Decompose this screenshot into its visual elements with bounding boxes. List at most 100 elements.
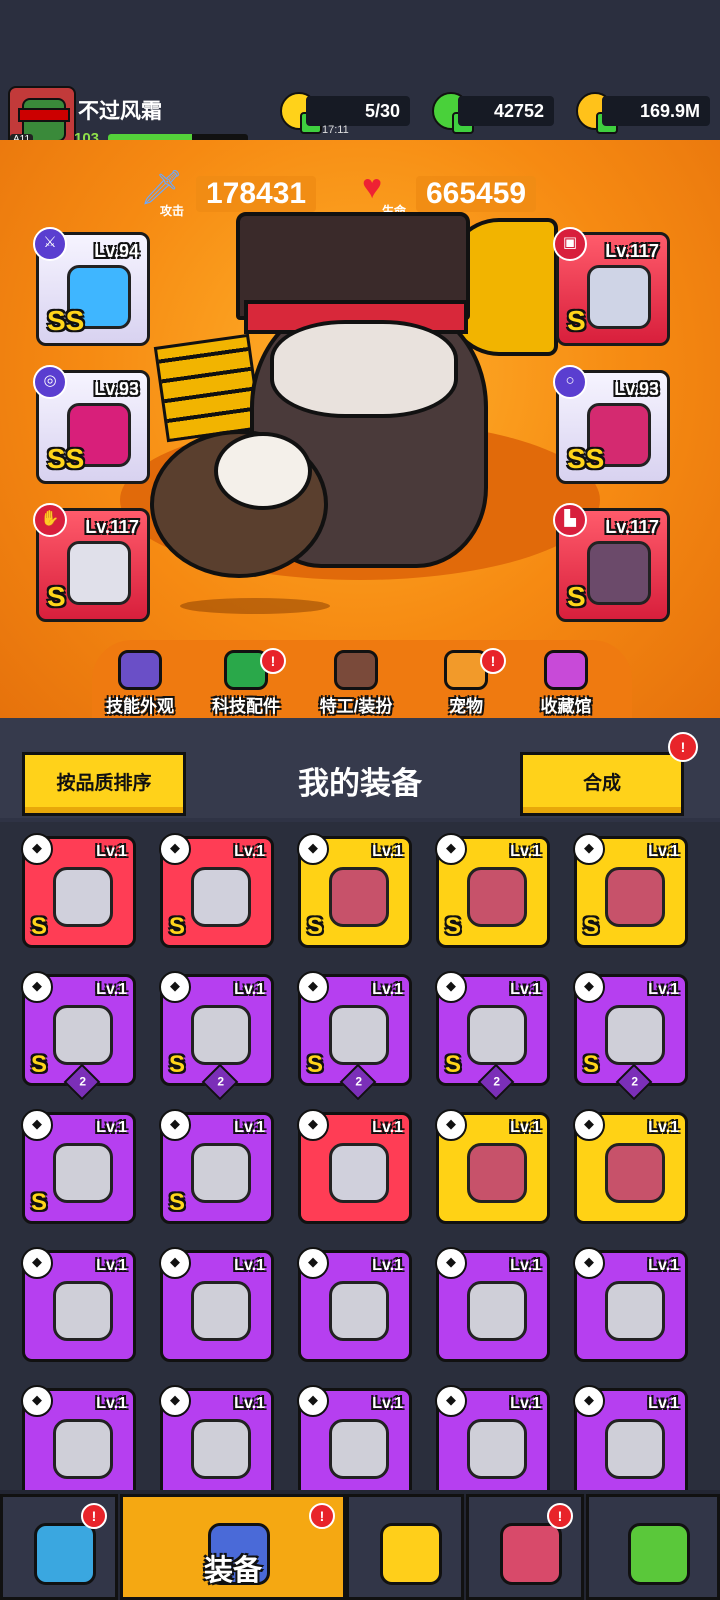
- item-level: Lv.1: [372, 1257, 403, 1274]
- item-level: Lv.1: [648, 1257, 679, 1274]
- equipped-armor-slot[interactable]: ▣ Lv.117 S: [553, 227, 670, 346]
- nav-events-tab[interactable]: !: [466, 1494, 584, 1600]
- inventory-item[interactable]: ◆ Lv.1: [159, 1385, 274, 1490]
- attack-label: 攻击: [160, 204, 185, 218]
- nav-battle-tab[interactable]: [346, 1494, 464, 1600]
- boots-slot-icon: ▙: [553, 503, 587, 537]
- slot-type-icon: ◆: [573, 1247, 605, 1279]
- slot-type-icon: ◆: [21, 971, 53, 1003]
- gear-item-icon: [191, 1143, 251, 1203]
- inventory-item[interactable]: ◆ Lv.1 S: [435, 833, 550, 948]
- inventory-item[interactable]: ◆ Lv.1 S: [21, 833, 136, 948]
- alert-badge: !: [547, 1503, 573, 1529]
- inventory-item[interactable]: ◆ Lv.1 S 2: [573, 971, 688, 1101]
- sort-by-quality-button[interactable]: 按品质排序: [22, 752, 186, 816]
- nav-shop-tab[interactable]: !: [0, 1494, 118, 1600]
- item-grade: S: [169, 1051, 186, 1078]
- inventory-item[interactable]: ◆ Lv.1: [573, 1109, 688, 1224]
- alert-badge: !: [260, 648, 286, 674]
- gear-item-icon: [53, 1419, 113, 1479]
- inventory-item[interactable]: ◆ Lv.1 S: [159, 833, 274, 948]
- item-level: Lv.1: [234, 981, 265, 998]
- gear-item-icon: [605, 1005, 665, 1065]
- slot-type-icon: ◆: [573, 1109, 605, 1141]
- subnav-label: 宠物: [449, 697, 483, 716]
- gear-item-icon: [605, 867, 665, 927]
- subnav-pet[interactable]: 宠物!: [416, 648, 516, 716]
- slot-type-icon: ◆: [435, 833, 467, 865]
- item-level: Lv.117: [605, 517, 659, 537]
- inventory-grid: ◆ Lv.1 S ◆ Lv.1 S ◆ Lv.1 S ◆ Lv.1 S ◆ Lv.1 S ◆ Lv.1 S 2 ◆ Lv…: [0, 822, 720, 1490]
- status-area: [0, 0, 720, 80]
- inventory-item[interactable]: ◆ Lv.1: [297, 1385, 412, 1490]
- alert-badge: !: [309, 1503, 335, 1529]
- item-level: Lv.1: [510, 1119, 541, 1136]
- inventory-item[interactable]: ◆ Lv.1 S: [159, 1109, 274, 1224]
- slot-type-icon: ◆: [21, 1385, 53, 1417]
- energy-value: 5/30: [306, 96, 410, 126]
- item-grade: S: [307, 1051, 324, 1078]
- item-level: Lv.94: [94, 241, 139, 261]
- heart-icon: ♥: [362, 168, 383, 206]
- nav-lab-tab[interactable]: [586, 1494, 720, 1600]
- subnav-label: 特工/装扮: [319, 697, 393, 716]
- inventory-item[interactable]: ◆ Lv.1 S: [21, 1109, 136, 1224]
- subnav-label: 科技配件: [212, 697, 280, 716]
- slot-type-icon: ◆: [297, 1385, 329, 1417]
- slot-type-icon: ◆: [435, 1109, 467, 1141]
- inventory-item[interactable]: ◆ Lv.1: [297, 1109, 412, 1224]
- slot-type-icon: ◆: [159, 1109, 191, 1141]
- slot-type-icon: ◆: [573, 1385, 605, 1417]
- inventory-item[interactable]: ◆ Lv.1 S 2: [21, 971, 136, 1101]
- item-level: Lv.1: [372, 1119, 403, 1136]
- skill-skins-icon: [118, 650, 162, 690]
- subnav-collection[interactable]: 收藏馆: [516, 650, 616, 716]
- eagle-head: [214, 432, 312, 510]
- inventory-item[interactable]: ◆ Lv.1 S: [297, 833, 412, 948]
- inventory-item[interactable]: ◆ Lv.1: [435, 1247, 550, 1362]
- equipped-necklace-slot[interactable]: ◎ Lv.93 SS: [33, 365, 150, 484]
- inventory-item[interactable]: ◆ Lv.1 S 2: [435, 971, 550, 1101]
- gear-item-icon: [53, 1005, 113, 1065]
- inventory-item[interactable]: ◆ Lv.1 S 2: [159, 971, 274, 1101]
- item-level: Lv.1: [510, 843, 541, 860]
- item-grade: S: [31, 913, 48, 940]
- events-icon: [500, 1523, 562, 1585]
- subnav-agent-outfit[interactable]: 特工/装扮: [306, 650, 406, 716]
- item-level: Lv.1: [648, 981, 679, 998]
- slot-type-icon: ◆: [573, 971, 605, 1003]
- equipped-belt-slot[interactable]: ○ Lv.93 SS: [553, 365, 670, 484]
- item-grade: S: [307, 913, 324, 940]
- lab-icon: [628, 1523, 690, 1585]
- inventory-item[interactable]: ◆ Lv.1: [573, 1247, 688, 1362]
- inventory-item[interactable]: ◆ Lv.1: [297, 1247, 412, 1362]
- inventory-item[interactable]: ◆ Lv.1: [435, 1109, 550, 1224]
- item-level: Lv.1: [648, 843, 679, 860]
- inventory-item[interactable]: ◆ Lv.1: [573, 1385, 688, 1490]
- equipped-weapon-slot[interactable]: ⚔ Lv.94 SS: [33, 227, 150, 346]
- inventory-item[interactable]: ◆ Lv.1: [21, 1247, 136, 1362]
- nav-equipment-tab[interactable]: 装备!: [120, 1494, 346, 1600]
- stack-count-badge: 2: [201, 1063, 239, 1101]
- inventory-item[interactable]: ◆ Lv.1: [435, 1385, 550, 1490]
- slot-type-icon: ◆: [435, 1385, 467, 1417]
- merge-button[interactable]: 合成: [520, 752, 684, 816]
- slot-type-icon: ◆: [159, 1385, 191, 1417]
- equipped-gloves-slot[interactable]: ✋ Lv.117 S: [33, 503, 150, 622]
- gear-item-icon: [467, 1281, 527, 1341]
- slot-type-icon: ◆: [297, 971, 329, 1003]
- inventory-item[interactable]: ◆ Lv.1 S 2: [297, 971, 412, 1101]
- subnav-tech-parts[interactable]: 科技配件!: [196, 648, 296, 716]
- gloves-slot-icon: ✋: [33, 503, 67, 537]
- inventory-item[interactable]: ◆ Lv.1: [21, 1385, 136, 1490]
- inventory-item[interactable]: ◆ Lv.1 S: [573, 833, 688, 948]
- equipped-boots-slot[interactable]: ▙ Lv.117 S: [553, 503, 670, 622]
- subnav-skill-skins[interactable]: 技能外观: [90, 650, 190, 716]
- slot-type-icon: ◆: [435, 1247, 467, 1279]
- slot-type-icon: ◆: [297, 1109, 329, 1141]
- gear-item-icon: [605, 1281, 665, 1341]
- inventory-item[interactable]: ◆ Lv.1: [159, 1247, 274, 1362]
- stack-count: 2: [217, 1074, 225, 1089]
- item-level: Lv.117: [605, 241, 659, 261]
- slot-type-icon: ◆: [573, 833, 605, 865]
